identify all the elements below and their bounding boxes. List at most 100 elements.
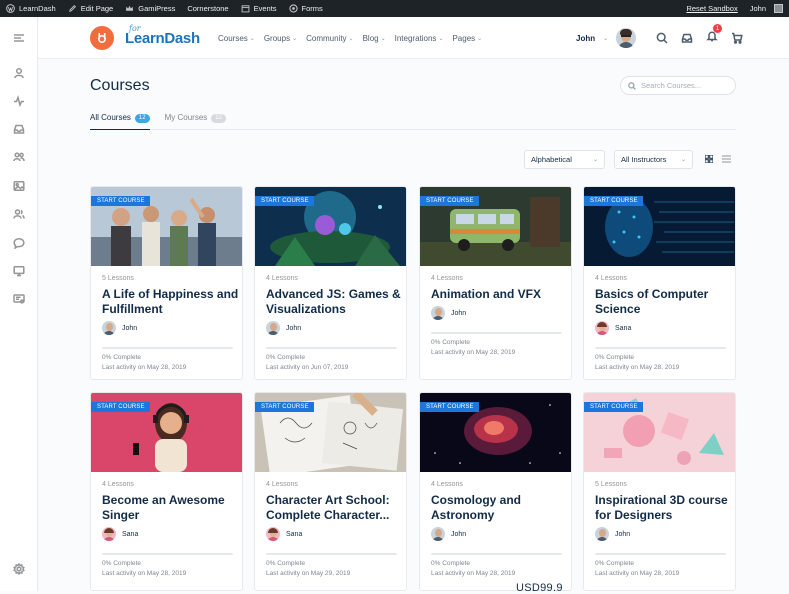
course-title[interactable]: Inspirational 3D course for Designers (595, 493, 733, 523)
admin-bar-gamipress[interactable]: GamiPress (119, 0, 181, 17)
course-thumbnail[interactable]: START COURSE (91, 187, 242, 266)
forms-icon (288, 4, 298, 13)
course-title[interactable]: A Life of Happiness and Fulfillment (102, 287, 240, 317)
course-title[interactable]: Basics of Computer Science (595, 287, 733, 317)
course-card[interactable]: START COURSE 5 Lessons A Life of Happine… (90, 186, 243, 380)
list-view-icon[interactable] (722, 155, 731, 163)
course-card[interactable]: START COURSE 4 Lessons Animation and VFX… (419, 186, 572, 380)
course-author[interactable]: John (102, 321, 137, 335)
brand-logo[interactable] (90, 26, 114, 50)
settings-gear-icon[interactable] (12, 562, 26, 576)
course-thumbnail[interactable]: START COURSE (255, 187, 406, 266)
course-thumbnail[interactable]: START COURSE (420, 187, 571, 266)
inbox-icon[interactable] (681, 32, 693, 44)
tab-my-courses[interactable]: My Courses 12 (165, 113, 226, 130)
course-author[interactable]: John (431, 527, 466, 541)
notification-count-badge: 1 (713, 24, 722, 33)
inbox-icon[interactable] (12, 122, 26, 136)
course-title[interactable]: Animation and VFX (431, 287, 569, 302)
course-author[interactable]: Sana (595, 321, 631, 335)
admin-bar-edit-page-label: Edit Page (80, 4, 114, 13)
lesson-count: 5 Lessons (595, 481, 627, 488)
nav-blog[interactable]: Blog ⌄ (363, 34, 386, 43)
course-card[interactable]: START COURSE 4 Lessons Cosmology and Ast… (419, 392, 572, 591)
avatar[interactable] (616, 28, 637, 48)
course-thumbnail[interactable]: START COURSE (420, 393, 571, 472)
tab-all-courses[interactable]: All Courses 12 (90, 113, 150, 130)
course-title[interactable]: Advanced JS: Games & Visualizations (266, 287, 404, 317)
instructor-select[interactable]: All Instructors ⌄ (614, 150, 693, 169)
admin-bar-forms[interactable]: Forms (283, 0, 329, 17)
page-title: Courses (90, 77, 150, 94)
notifications-button[interactable]: 1 (706, 24, 722, 47)
lesson-count: 4 Lessons (595, 275, 627, 282)
author-avatar (431, 306, 445, 320)
site-header: for LearnDash Courses ⌄ Groups ⌄ Community… (38, 17, 789, 59)
course-author[interactable]: John (595, 527, 630, 541)
logo-wordmark[interactable]: LearnDash (125, 30, 200, 47)
chevron-down-icon: ⌄ (249, 35, 255, 42)
admin-bar-events[interactable]: Events (235, 0, 283, 17)
last-activity: Last activity on May 28, 2019 (431, 570, 516, 577)
admin-bar-user[interactable]: John (744, 0, 789, 17)
course-thumbnail[interactable]: START COURSE (584, 187, 735, 266)
course-author[interactable]: John (431, 306, 466, 320)
groups-icon[interactable] (12, 150, 26, 164)
course-progress-bar (266, 553, 397, 555)
start-course-ribbon: START COURSE (255, 402, 314, 412)
start-course-ribbon: START COURSE (584, 402, 643, 412)
photos-icon[interactable] (12, 179, 26, 193)
profile-icon[interactable] (12, 66, 26, 80)
admin-bar-site[interactable]: LearnDash (0, 0, 62, 17)
forums-icon[interactable] (12, 236, 26, 250)
course-title[interactable]: Become an Awesome Singer (102, 493, 240, 523)
courses-monitor-icon[interactable] (12, 264, 26, 278)
activity-icon[interactable] (12, 94, 26, 108)
course-title[interactable]: Cosmology and Astronomy (431, 493, 569, 523)
user-menu[interactable]: John ⌄ (576, 17, 637, 59)
nav-pages[interactable]: Pages ⌄ (452, 34, 482, 43)
course-title[interactable]: Character Art School: Complete Character… (266, 493, 404, 523)
progress-percent: 0% Complete (595, 560, 635, 567)
nav-community[interactable]: Community ⌄ (306, 34, 353, 43)
header-icons: 1 (656, 17, 743, 59)
course-card[interactable]: START COURSE 4 Lessons Advanced JS: Game… (254, 186, 407, 380)
friends-icon[interactable] (12, 207, 26, 221)
reset-sandbox-link[interactable]: Reset Sandbox (680, 0, 743, 17)
nav-courses[interactable]: Courses ⌄ (218, 34, 255, 43)
nav-integrations[interactable]: Integrations ⌄ (395, 34, 444, 43)
course-author[interactable]: Sana (102, 527, 138, 541)
cart-icon[interactable] (731, 32, 743, 44)
progress-percent: 0% Complete (102, 354, 142, 361)
nav-groups[interactable]: Groups ⌄ (264, 34, 297, 43)
pencil-icon (68, 4, 76, 12)
admin-bar-cornerstone[interactable]: Cornerstone (181, 0, 234, 17)
course-card[interactable]: START COURSE 5 Lessons Inspirational 3D … (583, 392, 736, 591)
course-card[interactable]: START COURSE 4 Lessons Basics of Compute… (583, 186, 736, 380)
admin-bar: LearnDash Edit Page GamiPress Cornerston… (0, 0, 789, 17)
admin-bar-edit-page[interactable]: Edit Page (62, 0, 120, 17)
course-card[interactable]: START COURSE 4 Lessons Character Art Sch… (254, 392, 407, 591)
course-card[interactable]: START COURSE 4 Lessons Become an Awesome… (90, 392, 243, 591)
course-author[interactable]: Sana (266, 527, 302, 541)
progress-percent: 0% Complete (595, 354, 635, 361)
course-author[interactable]: John (266, 321, 301, 335)
nav-integrations-label: Integrations (394, 33, 437, 43)
author-name: John (451, 530, 467, 538)
certificates-icon[interactable] (12, 292, 26, 306)
author-name: Sana (615, 324, 632, 332)
course-thumbnail[interactable]: START COURSE (584, 393, 735, 472)
menu-toggle-icon[interactable] (12, 31, 26, 45)
course-thumbnail[interactable]: START COURSE (91, 393, 242, 472)
course-price: USD99.9 (516, 582, 563, 594)
last-activity: Last activity on May 29, 2019 (266, 570, 351, 577)
search-icon[interactable] (656, 32, 668, 44)
last-activity: Last activity on May 28, 2019 (102, 364, 187, 371)
grid-view-icon[interactable] (705, 155, 713, 163)
search-input[interactable] (641, 81, 731, 90)
progress-percent: 0% Complete (266, 354, 306, 361)
admin-bar-events-label: Events (253, 4, 277, 13)
course-thumbnail[interactable]: START COURSE (255, 393, 406, 472)
course-progress-bar (431, 553, 562, 555)
order-select[interactable]: Alphabetical ⌄ (524, 150, 605, 169)
